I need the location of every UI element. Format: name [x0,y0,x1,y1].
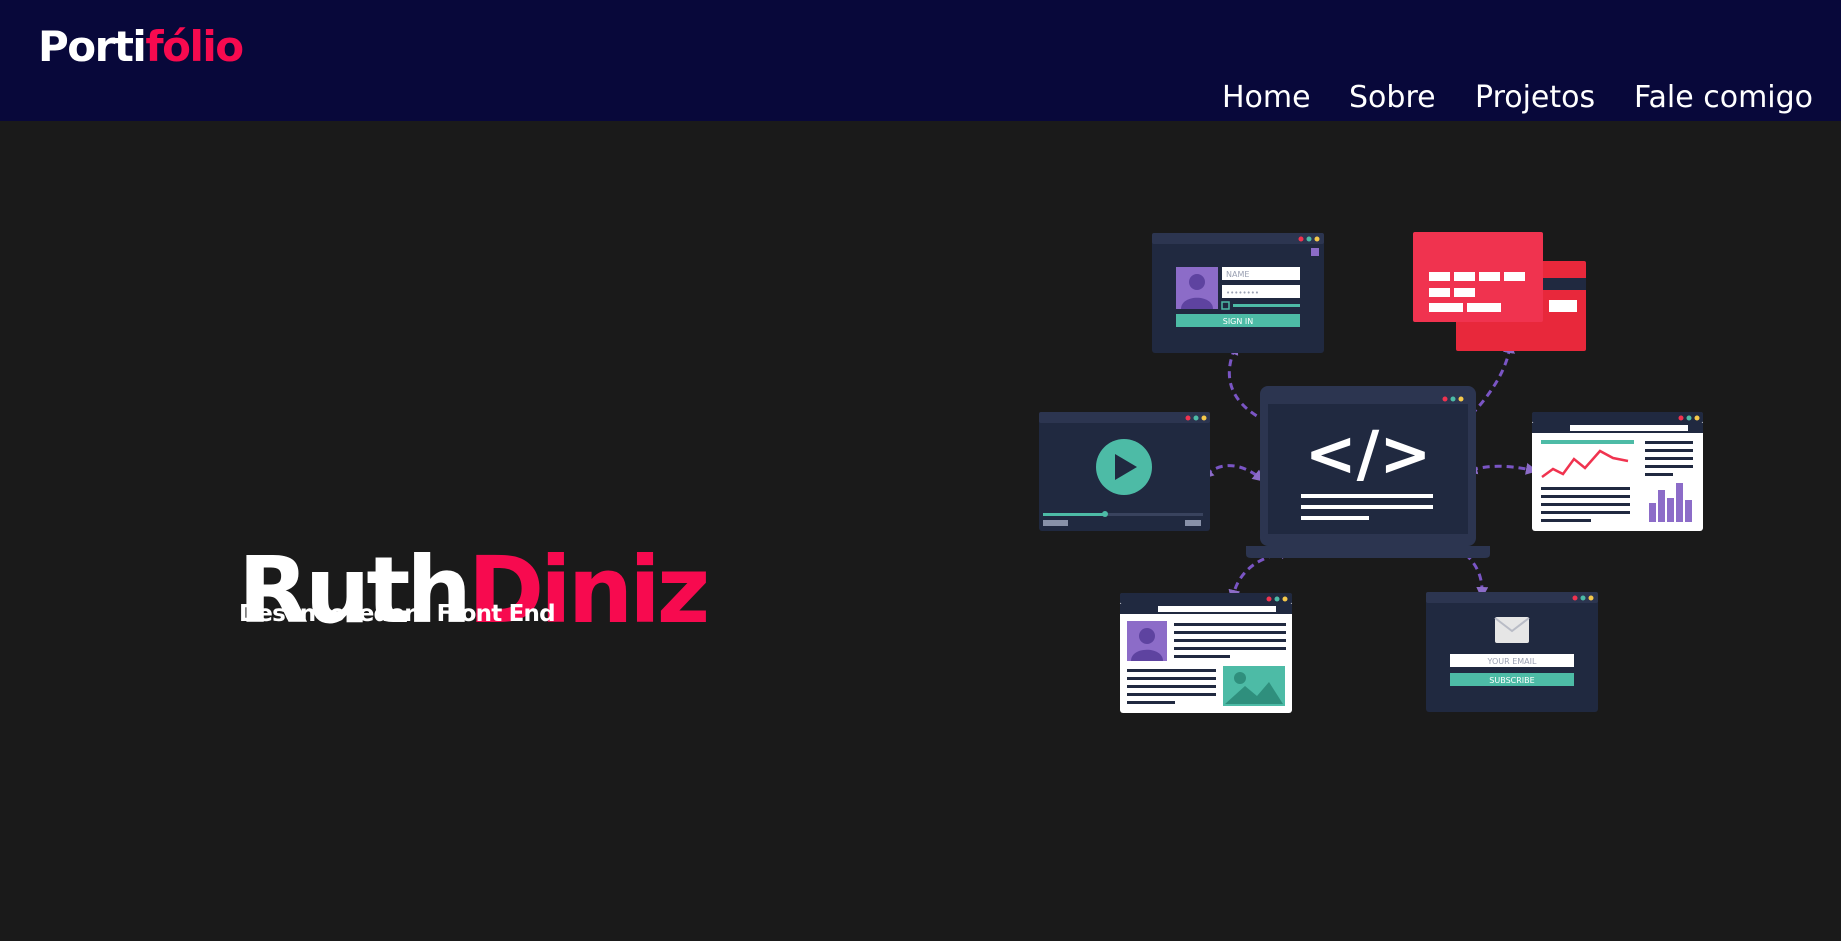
nav-link-projetos[interactable]: Projetos [1475,80,1595,115]
hero-role: Desenvovedora Front End [239,601,556,627]
hero-first-name: Ruth [238,536,472,644]
credit-cards [1413,232,1586,351]
newsletter-email-placeholder: YOUR EMAIL [1487,657,1537,666]
signin-button-label: SIGN IN [1223,317,1254,326]
newsletter-window: YOUR EMAIL SUBSCRIBE [1426,592,1598,712]
signin-name-placeholder: NAME [1226,270,1249,279]
web-development-illustration: NAME •••••••• SIGN IN </> YOUR EMAIL SUB… [1039,232,1703,713]
newsletter-subscribe-label: SUBSCRIBE [1489,676,1534,685]
blog-post-window [1120,593,1292,713]
laptop-code-editor: </> [1246,386,1490,558]
hero-last-name: Diniz [467,536,710,644]
logo-text-part1: Porti [38,22,147,71]
page: Portifólio Home Sobre Projetos Fale comi… [0,0,1841,943]
signin-password-placeholder: •••••••• [1226,289,1259,297]
signin-window: NAME •••••••• SIGN IN [1152,233,1324,353]
nav-link-fale-comigo[interactable]: Fale comigo [1634,80,1813,115]
nav-link-sobre[interactable]: Sobre [1349,80,1436,115]
logo-text-part2: fólio [145,22,244,71]
logo[interactable]: Portifólio [38,22,244,71]
video-player-window [1039,412,1210,531]
nav-link-home[interactable]: Home [1222,80,1311,115]
code-symbol: </> [1305,417,1432,490]
site-header: Portifólio Home Sobre Projetos Fale comi… [0,0,1841,121]
analytics-window [1532,412,1703,531]
